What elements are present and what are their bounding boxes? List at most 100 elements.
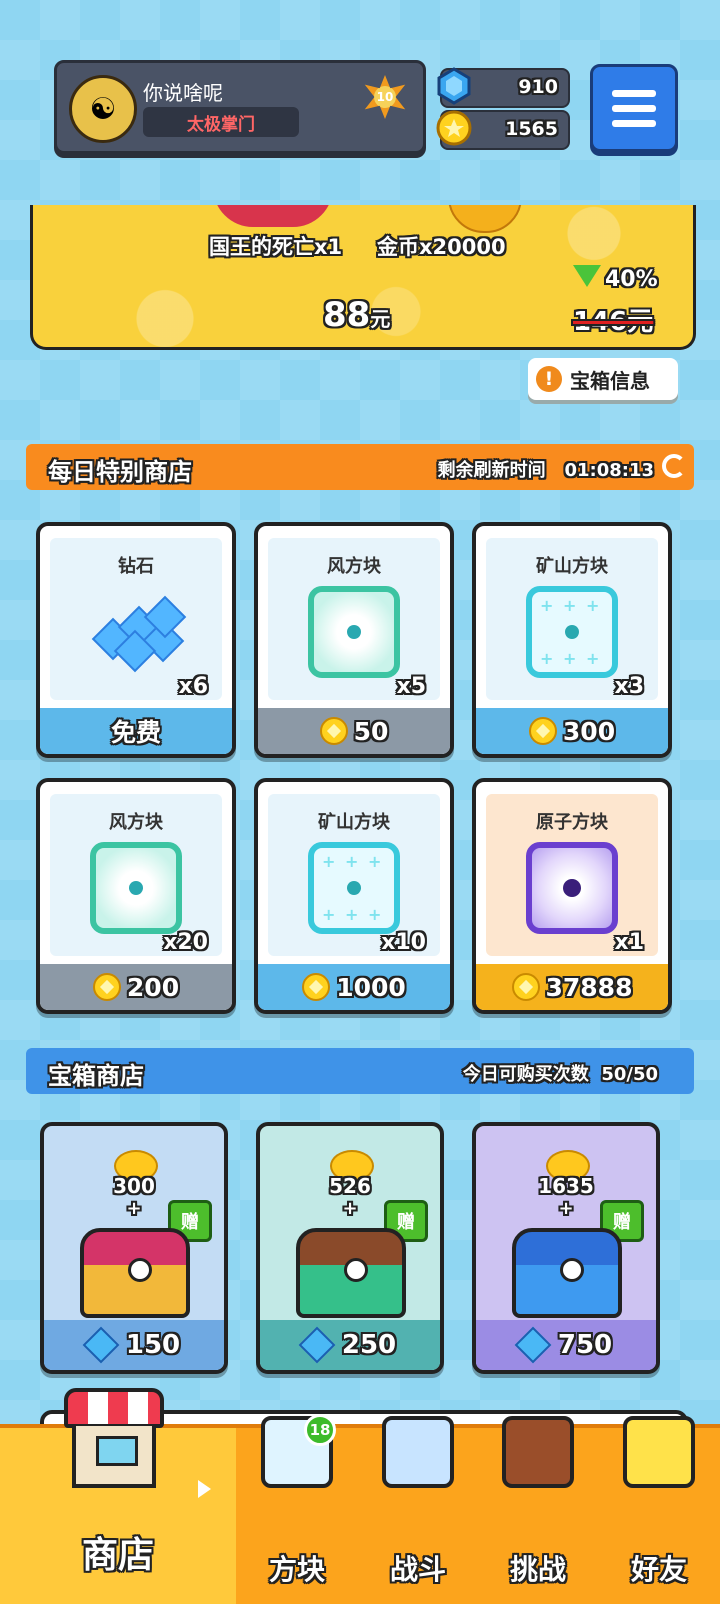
item-panel: 原子方块 x1 bbox=[486, 794, 658, 956]
item-name: 风方块 bbox=[327, 556, 381, 577]
item-qty: x20 bbox=[163, 930, 208, 955]
item-name: 原子方块 bbox=[536, 812, 608, 833]
chest-shop-header: 宝箱商店 今日可购买次数 50/50 bbox=[26, 1048, 694, 1094]
gem-icon bbox=[437, 67, 471, 105]
atom-block-icon bbox=[526, 842, 618, 934]
daily-item-atom-block[interactable]: 原子方块 x1 37888 bbox=[472, 778, 672, 1014]
blue-chest-icon bbox=[512, 1228, 622, 1318]
discount-arrow-icon bbox=[573, 265, 601, 287]
player-name: 你说啥呢 bbox=[143, 81, 223, 105]
chest-card-green[interactable]: 526 + 赠 250 bbox=[256, 1122, 444, 1374]
item-price-bar[interactable]: 300 bbox=[476, 708, 668, 754]
purchase-limit-label: 今日可购买次数 bbox=[462, 1064, 589, 1085]
chest-price-bar[interactable]: 750 bbox=[476, 1320, 656, 1370]
sword-shield-icon bbox=[382, 1416, 454, 1488]
nav-challenge[interactable]: 挑战 bbox=[478, 1416, 598, 1604]
promo-price[interactable]: 88元 bbox=[323, 295, 390, 335]
nav-friends-label: 好友 bbox=[630, 1553, 687, 1586]
coin-icon bbox=[302, 973, 331, 1001]
chest-price-bar[interactable]: 250 bbox=[260, 1320, 440, 1370]
purchase-limit-value: 50/50 bbox=[601, 1064, 658, 1085]
menu-icon-line bbox=[612, 104, 656, 112]
promo-banner[interactable]: 国王的死亡x1 金币x20000 88元 40% 146元 bbox=[30, 205, 696, 350]
item-name: 矿山方块 bbox=[536, 556, 608, 577]
chest-info-label: 宝箱信息 bbox=[570, 368, 650, 393]
nav-shop-label: 商店 bbox=[81, 1535, 154, 1576]
refresh-time: 01:08:13 bbox=[564, 460, 654, 481]
wind-block-icon bbox=[308, 586, 400, 678]
gem-icon bbox=[514, 1326, 552, 1364]
level-badge: 10 bbox=[364, 75, 406, 119]
nav-battle[interactable]: 战斗 bbox=[358, 1416, 478, 1604]
daily-item-wind-block-5[interactable]: 风方块 x5 50 bbox=[254, 522, 454, 758]
red-chest-icon bbox=[80, 1228, 190, 1318]
refresh-icon[interactable] bbox=[662, 454, 686, 478]
item-price-bar[interactable]: 50 bbox=[258, 708, 450, 754]
friends-icon bbox=[623, 1416, 695, 1488]
nav-blocks-label: 方块 bbox=[268, 1553, 325, 1586]
menu-icon-line bbox=[612, 119, 656, 127]
item-price-bar[interactable]: 200 bbox=[40, 964, 232, 1010]
player-avatar[interactable]: ☯ bbox=[69, 75, 137, 143]
promo-price-unit: 元 bbox=[370, 307, 391, 331]
menu-button[interactable] bbox=[590, 64, 678, 152]
daily-item-diamond[interactable]: 钻石 x6 免费 bbox=[36, 522, 236, 758]
diamond-pile-icon bbox=[90, 595, 190, 673]
chest-card-red[interactable]: 300 + 赠 150 bbox=[40, 1122, 228, 1374]
chest-price: 750 bbox=[557, 1330, 613, 1360]
chest-shop-title: 宝箱商店 bbox=[48, 1062, 144, 1090]
item-qty: x3 bbox=[614, 674, 645, 699]
player-panel[interactable]: ☯ 你说啥呢 太极掌门 10 bbox=[54, 60, 426, 154]
promo-price-value: 88 bbox=[323, 295, 371, 335]
nav-friends[interactable]: 好友 bbox=[598, 1416, 720, 1604]
item-name: 钻石 bbox=[118, 556, 154, 577]
refresh-label: 剩余刷新时间 bbox=[437, 460, 546, 481]
daily-item-wind-block-20[interactable]: 风方块 x20 200 bbox=[36, 778, 236, 1014]
item-panel: 风方块 x5 bbox=[268, 538, 440, 700]
info-icon: ! bbox=[536, 366, 562, 392]
chest-coin-amount: 1635 bbox=[538, 1174, 594, 1198]
chest-coin-amount: 300 bbox=[113, 1174, 155, 1198]
nav-blocks[interactable]: 18 方块 bbox=[236, 1414, 358, 1604]
item-price: 50 bbox=[353, 716, 389, 746]
item-panel: 矿山方块 x10 bbox=[268, 794, 440, 956]
chest-card-blue[interactable]: 1635 + 赠 750 bbox=[472, 1122, 660, 1374]
item-price-bar[interactable]: 免费 bbox=[40, 708, 232, 754]
promo-item-coins: 金币x20000 bbox=[377, 235, 506, 259]
item-panel: 风方块 x20 bbox=[50, 794, 222, 956]
gem-count: 910 bbox=[518, 76, 558, 98]
item-price: 1000 bbox=[336, 972, 406, 1002]
level-number: 10 bbox=[374, 86, 396, 108]
coin-icon bbox=[319, 717, 348, 745]
promo-item-art bbox=[213, 205, 333, 227]
nav-shop[interactable]: 商店 bbox=[0, 1388, 236, 1604]
item-name: 风方块 bbox=[109, 812, 163, 833]
coin-icon bbox=[92, 973, 121, 1001]
gem-counter[interactable]: 910 bbox=[437, 67, 570, 108]
nav-battle-label: 战斗 bbox=[389, 1553, 446, 1586]
chest-info-button[interactable]: ! 宝箱信息 bbox=[528, 358, 678, 400]
item-price: 200 bbox=[126, 972, 180, 1002]
green-chest-icon bbox=[296, 1228, 406, 1318]
item-qty: x10 bbox=[381, 930, 426, 955]
promo-old-price: 146元 bbox=[573, 307, 654, 337]
player-title: 太极掌门 bbox=[143, 107, 299, 137]
item-panel: 矿山方块 x3 bbox=[486, 538, 658, 700]
item-panel: 钻石 x6 bbox=[50, 538, 222, 700]
daily-item-mine-block-3[interactable]: 矿山方块 x3 300 bbox=[472, 522, 672, 758]
chest-coin-amount: 526 bbox=[329, 1174, 371, 1198]
item-qty: x1 bbox=[614, 930, 645, 955]
item-price-bar[interactable]: 37888 bbox=[476, 964, 668, 1010]
chest-price-bar[interactable]: 150 bbox=[44, 1320, 224, 1370]
blocks-badge: 18 bbox=[304, 1414, 336, 1446]
chest-price: 150 bbox=[125, 1330, 181, 1360]
wind-block-icon bbox=[90, 842, 182, 934]
coin-counter[interactable]: 1565 bbox=[436, 110, 570, 150]
challenge-sign-icon bbox=[502, 1416, 574, 1488]
daily-item-mine-block-10[interactable]: 矿山方块 x10 1000 bbox=[254, 778, 454, 1014]
menu-icon-line bbox=[612, 89, 656, 97]
item-price: 免费 bbox=[110, 718, 161, 747]
item-qty: x6 bbox=[178, 674, 209, 699]
item-price-bar[interactable]: 1000 bbox=[258, 964, 450, 1010]
shop-icon bbox=[64, 1388, 164, 1498]
